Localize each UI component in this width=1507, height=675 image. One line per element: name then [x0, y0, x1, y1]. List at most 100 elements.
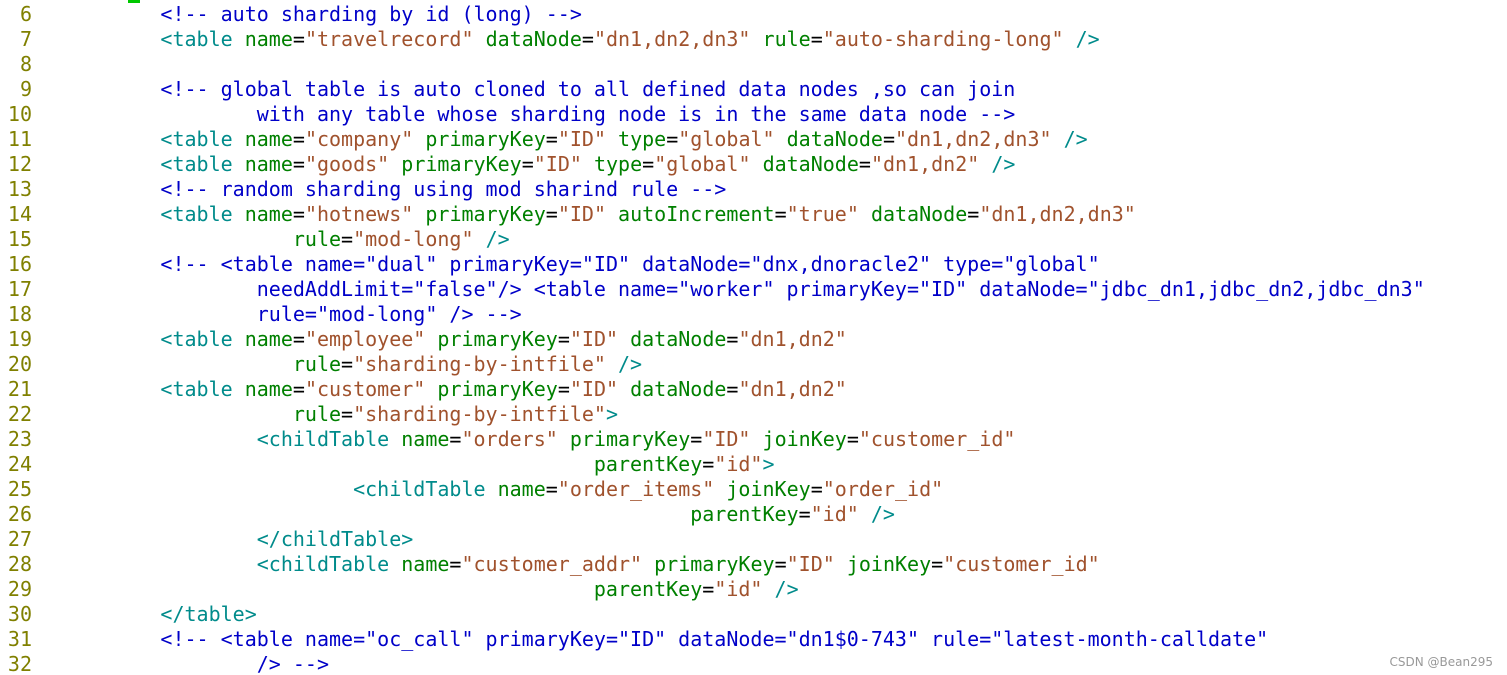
xml-attribute-value: "customer_id": [943, 552, 1100, 576]
xml-equals: =: [882, 127, 896, 151]
code-line[interactable]: 20 rule="sharding-by-intfile" />: [0, 352, 642, 377]
code-line[interactable]: 14 <table name="hotnews" primaryKey="ID"…: [0, 202, 1136, 227]
xml-attribute-value: "ID": [557, 202, 606, 226]
xml-attribute-value: "order_items": [557, 477, 715, 501]
code-line[interactable]: 10 with any table whose sharding node is…: [0, 102, 1015, 127]
xml-attribute-name: name: [244, 377, 293, 401]
code-line[interactable]: 12 <table name="goods" primaryKey="ID" t…: [0, 152, 1016, 177]
code-line[interactable]: 8: [0, 52, 40, 77]
code-line[interactable]: 23 <childTable name="orders" primaryKey=…: [0, 427, 1016, 452]
xml-equals: =: [666, 127, 679, 151]
code-line[interactable]: 28 <childTable name="customer_addr" prim…: [0, 552, 1100, 577]
xml-equals: =: [292, 377, 305, 401]
code-line[interactable]: 18 rule="mod-long" /> -->: [0, 302, 522, 327]
xml-attribute-name: dataNode: [786, 127, 883, 151]
code-line[interactable]: 21 <table name="customer" primaryKey="ID…: [0, 377, 847, 402]
xml-attribute-name: rule: [292, 227, 342, 251]
xml-attribute-name: primaryKey: [654, 552, 775, 576]
code-line[interactable]: 16 <!-- <table name="dual" primaryKey="I…: [0, 252, 1100, 277]
code-line[interactable]: 25 <childTable name="order_items" joinKe…: [0, 477, 943, 502]
code-line[interactable]: 30 </table>: [0, 602, 257, 627]
code-line[interactable]: 6 <!-- auto sharding by id (long) -->: [0, 2, 582, 27]
code-line[interactable]: 22 rule="sharding-by-intfile">: [0, 402, 618, 427]
xml-comment: <!-- <table name="dual" primaryKey="ID" …: [160, 252, 1100, 276]
line-number: 28: [7, 552, 32, 576]
xml-tag: />: [991, 152, 1016, 176]
line-code: parentKey="id" />: [32, 577, 799, 602]
xml-equals: =: [858, 152, 871, 176]
xml-equals: =: [521, 152, 534, 176]
line-code: <!-- <table name="oc_call" primaryKey="I…: [32, 627, 1268, 652]
line-code: rule="sharding-by-intfile">: [32, 402, 618, 427]
xml-attribute-name: dataNode: [870, 202, 968, 226]
line-number: 29: [7, 577, 32, 601]
xml-attribute-name: primaryKey: [437, 327, 558, 351]
xml-tag: >: [762, 452, 775, 476]
line-code: <table name="hotnews" primaryKey="ID" au…: [32, 202, 1135, 227]
code-line[interactable]: 29 parentKey="id" />: [0, 577, 799, 602]
code-line[interactable]: 32 /> -->: [0, 652, 329, 675]
xml-attribute-name: joinKey: [762, 427, 847, 451]
xml-attribute-value: "employee": [304, 327, 426, 351]
code-line[interactable]: 13 <!-- random sharding using mod sharin…: [0, 177, 726, 202]
line-number: 21: [7, 377, 32, 401]
xml-attribute-value: "id": [714, 577, 763, 601]
code-line[interactable]: 24 parentKey="id">: [0, 452, 775, 477]
xml-attribute-name: dataNode: [630, 327, 727, 351]
xml-attribute-name: dataNode: [485, 27, 582, 51]
code-line[interactable]: 11 <table name="company" primaryKey="ID"…: [0, 127, 1088, 152]
xml-equals: =: [292, 202, 305, 226]
xml-attribute-value: "sharding-by-intfile": [353, 352, 606, 376]
xml-attribute-value: "dn1,dn2": [870, 152, 980, 176]
line-number: 17: [7, 277, 32, 301]
xml-attribute-value: "travelrecord": [304, 27, 474, 51]
xml-comment: rule="mod-long" /> -->: [256, 302, 522, 326]
xml-tag: <table: [160, 152, 233, 176]
xml-attribute-name: primaryKey: [425, 202, 546, 226]
xml-equals: =: [846, 427, 859, 451]
line-code: <childTable name="order_items" joinKey="…: [32, 477, 943, 502]
line-number: 9: [19, 77, 32, 101]
code-line[interactable]: 31 <!-- <table name="oc_call" primaryKey…: [0, 627, 1268, 652]
code-line[interactable]: 27 </childTable>: [0, 527, 413, 552]
xml-attribute-value: "dn1,dn2,dn3": [593, 27, 751, 51]
xml-comment: /> -->: [256, 652, 329, 675]
code-line[interactable]: 19 <table name="employee" primaryKey="ID…: [0, 327, 847, 352]
code-line[interactable]: 7 <table name="travelrecord" dataNode="d…: [0, 27, 1100, 52]
xml-comment: <!-- global table is auto cloned to all …: [160, 77, 1016, 101]
line-code: rule="sharding-by-intfile" />: [32, 352, 642, 377]
code-line[interactable]: 26 parentKey="id" />: [0, 502, 895, 527]
code-editor[interactable]: 6 <!-- auto sharding by id (long) --> 7 <…: [0, 0, 1507, 675]
line-code: <table name="employee" primaryKey="ID" d…: [32, 327, 846, 352]
code-line[interactable]: 15 rule="mod-long" />: [0, 227, 510, 252]
line-number: 12: [7, 152, 32, 176]
code-line[interactable]: 17 needAddLimit="false"/> <table name="w…: [0, 277, 1425, 302]
xml-equals: =: [690, 427, 703, 451]
xml-attribute-value: "customer": [304, 377, 426, 401]
xml-attribute-name: primaryKey: [437, 377, 558, 401]
xml-attribute-value: "global": [678, 127, 775, 151]
code-line[interactable]: 9 <!-- global table is auto cloned to al…: [0, 77, 1015, 102]
xml-attribute-name: name: [244, 127, 293, 151]
xml-equals: =: [967, 202, 980, 226]
line-number: 13: [7, 177, 32, 201]
